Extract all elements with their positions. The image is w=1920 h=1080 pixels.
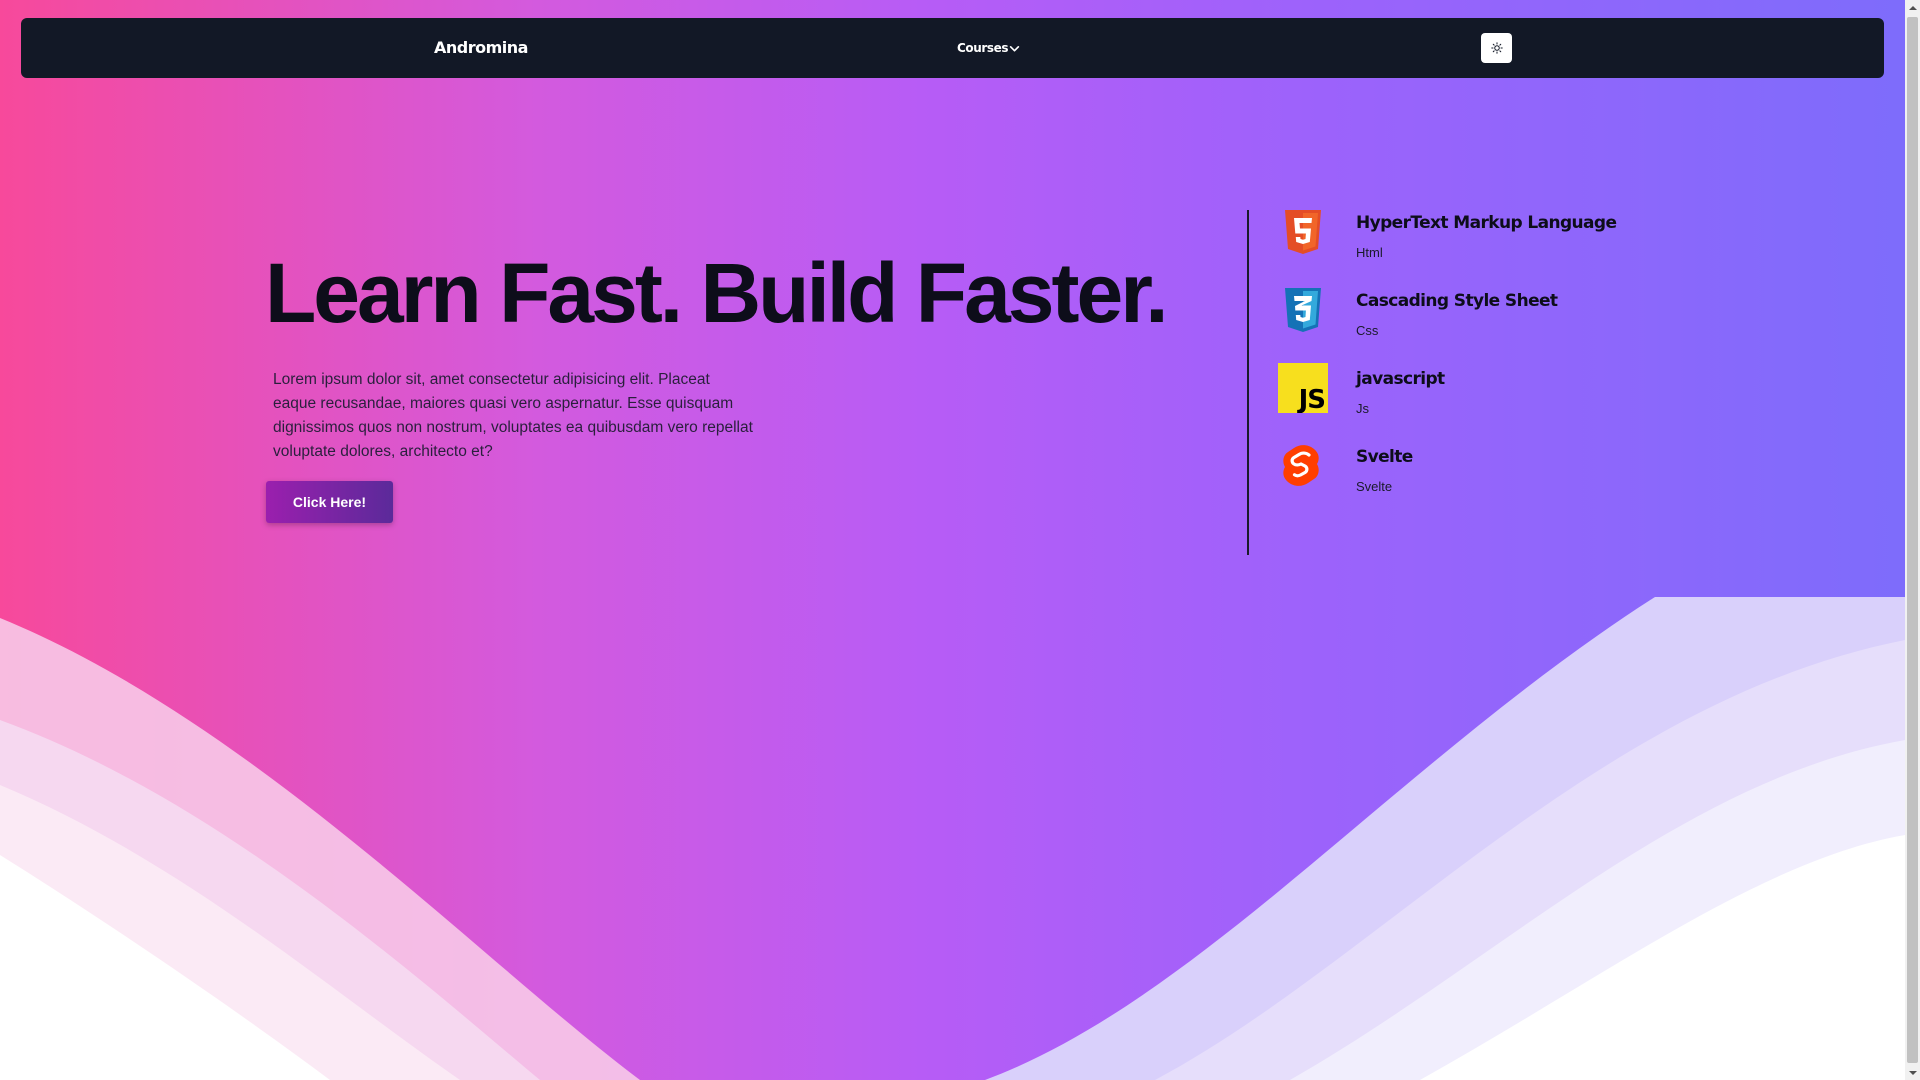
background-waves <box>0 597 1905 1080</box>
scrollbar[interactable] <box>1905 0 1920 1080</box>
vertical-divider <box>1247 210 1249 555</box>
svelte-icon <box>1283 445 1319 486</box>
javascript-icon: JS <box>1278 363 1328 413</box>
list-item[interactable]: JS javascript Js <box>1278 363 1678 441</box>
scroll-up-arrow-icon[interactable] <box>1905 0 1920 15</box>
css3-icon <box>1285 288 1321 332</box>
list-item[interactable]: Cascading Style Sheet Css <box>1278 285 1678 363</box>
tech-name: Svelte <box>1356 447 1413 467</box>
tech-short-name: Svelte <box>1356 479 1393 494</box>
list-item[interactable]: Svelte Svelte <box>1278 441 1678 519</box>
navbar: Andromina Courses <box>21 18 1884 78</box>
click-here-button[interactable]: Click Here! <box>266 481 393 523</box>
tech-short-name: Html <box>1356 245 1383 260</box>
technology-list: HyperText Markup Language Html Cascading… <box>1278 207 1678 519</box>
courses-dropdown[interactable]: Courses <box>957 18 1020 78</box>
scroll-down-arrow-icon[interactable] <box>1905 1065 1920 1080</box>
sun-icon <box>1490 42 1503 54</box>
tech-short-name: Js <box>1356 401 1369 416</box>
scrollbar-thumb[interactable] <box>1907 17 1918 1063</box>
html5-icon <box>1285 210 1321 254</box>
theme-toggle-button[interactable] <box>1481 33 1512 63</box>
svg-text:JS: JS <box>1297 385 1325 413</box>
brand-logo[interactable]: Andromina <box>434 18 528 78</box>
hero-title: Learn Fast. Build Faster. <box>265 246 1169 340</box>
landing-page: Andromina Courses Learn Fast. Build Fast… <box>0 0 1920 1080</box>
list-item[interactable]: HyperText Markup Language Html <box>1278 207 1678 285</box>
tech-name: javascript <box>1356 369 1445 389</box>
tech-short-name: Css <box>1356 323 1379 338</box>
chevron-down-icon <box>1009 46 1020 52</box>
courses-label: Courses <box>957 41 1009 55</box>
hero-description: Lorem ipsum dolor sit, amet consectetur … <box>273 371 753 460</box>
tech-name: HyperText Markup Language <box>1356 213 1617 233</box>
tech-name: Cascading Style Sheet <box>1356 291 1558 311</box>
